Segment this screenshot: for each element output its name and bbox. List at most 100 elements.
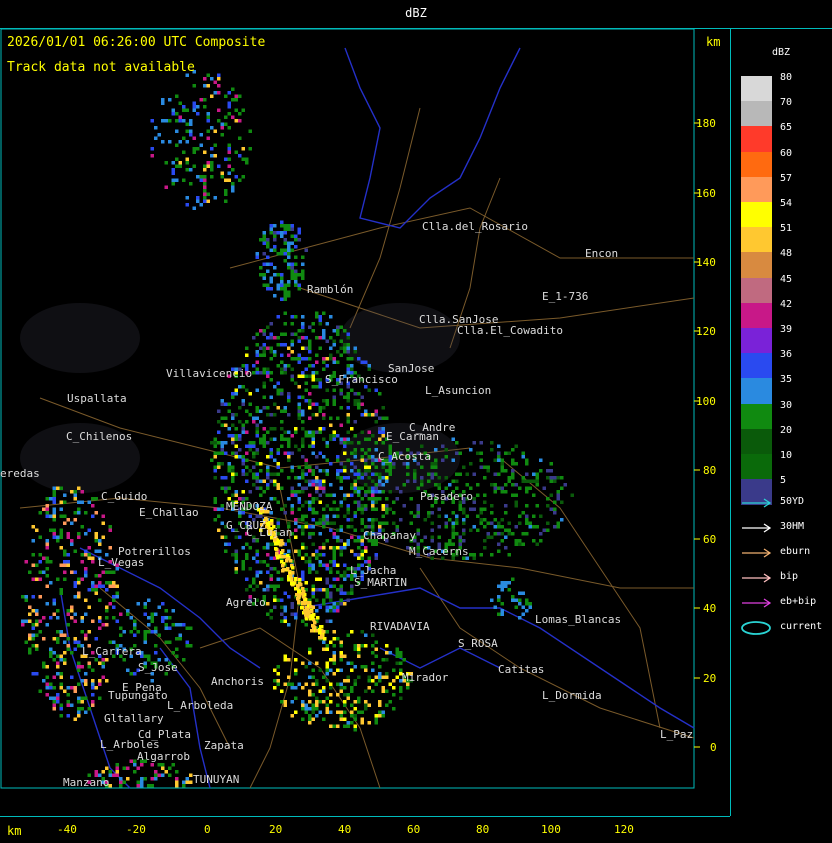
legend-swatch (741, 126, 772, 153)
x-tick: 80 (476, 823, 490, 836)
y-tick: 180 (696, 117, 716, 130)
x-tick: 120 (614, 823, 634, 836)
x-tick: 20 (269, 823, 283, 836)
y-tick: 140 (696, 256, 716, 269)
legend-swatch-label: 35 (780, 374, 793, 386)
legend-swatch (741, 328, 772, 354)
place-label: L_Carrera (82, 645, 142, 658)
place-label: L_Arboleda (167, 699, 234, 712)
place-label: E_Carman (386, 430, 439, 443)
track-legend-label: 50YD (780, 496, 805, 507)
legend-swatch-label: 39 (780, 324, 793, 335)
legend-swatch (741, 202, 772, 228)
y-tick: 60 (703, 533, 717, 546)
window-title: dBZ (405, 6, 427, 20)
place-label: Anchoris (211, 675, 264, 688)
legend-swatch (741, 101, 772, 128)
track-legend-label: eb+bip (780, 596, 817, 607)
place-label: Villavicencio (166, 367, 253, 380)
radar-map[interactable]: 2026/01/01 06:26:00 UTC Composite Track … (0, 28, 731, 816)
y-tick: 80 (703, 464, 717, 477)
legend-swatch (741, 454, 772, 480)
place-label: Tupungato (108, 689, 168, 702)
place-label: Encon (585, 247, 619, 260)
track-arrow-icon (742, 598, 772, 608)
place-label: L_Asuncion (425, 384, 492, 397)
place-label: RIVADAVIA (370, 620, 430, 633)
place-label: Mirador (402, 671, 449, 684)
legend-swatch-label: 57 (780, 172, 793, 184)
legend-swatch-label: 70 (780, 97, 793, 109)
track-arrow-icon (742, 498, 772, 508)
legend-swatch (741, 76, 772, 102)
place-label: S_ROSA (458, 637, 498, 650)
place-label: eredas (0, 467, 40, 480)
place-label: Ramblón (307, 283, 354, 296)
place-label: C_Acosta (378, 450, 431, 463)
legend-swatch (741, 403, 772, 430)
legend-swatch (741, 353, 772, 380)
place-label: TUNUYAN (193, 773, 240, 786)
legend-swatch-label: 80 (780, 72, 793, 83)
y-tick: 40 (703, 602, 717, 615)
place-label: Zapata (204, 739, 244, 752)
legend-swatch-label: 42 (780, 298, 793, 310)
track-arrow-icon (742, 523, 772, 533)
x-tick: 100 (541, 823, 561, 836)
place-label: Chapanay (363, 529, 416, 542)
place-label: L_Dormida (542, 689, 602, 702)
x-tick: -40 (57, 823, 77, 836)
legend-swatch (741, 378, 772, 405)
legend-swatch-label: 65 (780, 122, 793, 134)
legend-swatch-label: 5 (780, 475, 787, 487)
unit-label-bottom: km (7, 824, 22, 838)
track-arrow-icon (742, 573, 772, 583)
place-label: S_Jose (138, 661, 178, 674)
track-legend-label: 30HM (780, 521, 805, 532)
track-legend-label: current (780, 621, 823, 632)
track-notice: Track data not available (7, 60, 195, 75)
current-track-icon (741, 621, 771, 635)
y-tick: 100 (696, 395, 716, 408)
place-label: E_Challao (139, 506, 199, 519)
place-label: Clla.El_Cowadito (457, 324, 563, 337)
legend-swatch-label: 36 (780, 349, 793, 361)
place-label: Uspallata (67, 392, 127, 405)
unit-label-top: km (706, 35, 721, 49)
x-axis-bar: -40 -20 0 20 40 60 80 100 120 (0, 816, 730, 843)
timestamp-label: 2026/01/01 06:26:00 UTC Composite (7, 35, 266, 50)
place-label: C_Guido (101, 490, 148, 503)
y-tick: 120 (696, 325, 716, 338)
place-label: L_Jacha (350, 564, 397, 577)
place-label: Clla.del_Rosario (422, 220, 528, 233)
place-label: Catitas (498, 663, 545, 676)
legend-swatch-label: 20 (780, 424, 793, 436)
place-label: MENDOZA (226, 500, 273, 513)
legend-swatch-label: 54 (780, 198, 793, 209)
radar-window: dBZ 2026/01/01 06:26:00 UTC Composite Tr… (0, 0, 832, 842)
place-label: E_1-736 (542, 290, 589, 303)
track-arrow-icon (742, 548, 772, 558)
legend-swatch-label: 45 (780, 273, 793, 285)
place-label: C_Chilenos (66, 430, 133, 443)
legend-title: dBZ (772, 47, 791, 58)
place-label: Agrelo (226, 596, 266, 609)
place-label: Manzano (63, 776, 110, 789)
title-bar: dBZ (0, 0, 832, 29)
y-tick: 0 (710, 741, 717, 754)
x-tick: 40 (338, 823, 352, 836)
place-label: L_Paz (660, 728, 694, 741)
track-legend-label: eburn (780, 546, 811, 557)
y-tick: 160 (696, 187, 716, 200)
place-label: S_MARTIN (354, 576, 407, 589)
legend-swatch-label: 30 (780, 399, 793, 411)
track-legend-label: bip (780, 571, 799, 582)
x-tick: -20 (126, 823, 146, 836)
legend-swatch (741, 428, 772, 455)
legend-swatch-label: 48 (780, 248, 793, 260)
legend-swatch-label: 60 (780, 147, 793, 159)
legend-swatch (741, 277, 772, 304)
yellow-tick-marks (694, 122, 700, 748)
place-label: Pasadero (420, 490, 473, 503)
legend-swatch (741, 176, 772, 203)
